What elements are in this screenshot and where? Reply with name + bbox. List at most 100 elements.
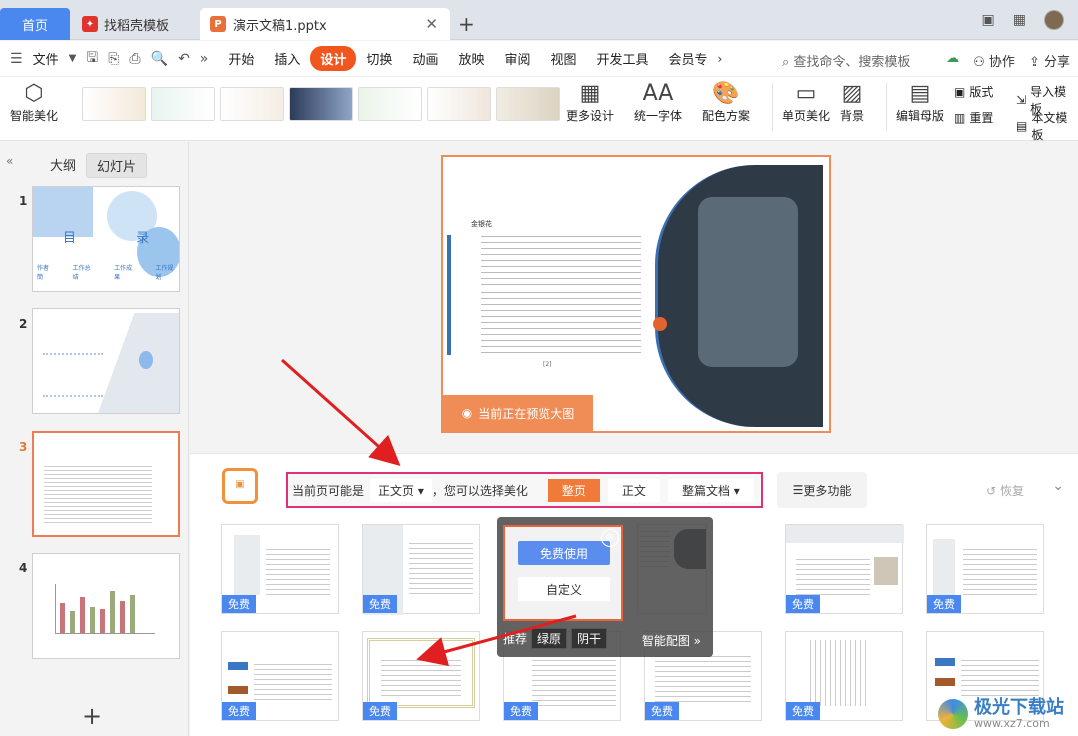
template-card[interactable]: 免费 [362, 524, 480, 615]
tab-document[interactable]: P 演示文稿1.pptx ✕ [200, 8, 450, 40]
layout-button[interactable]: ▣ 版式 [954, 83, 993, 100]
tag-recommend[interactable]: 推荐 [503, 630, 527, 647]
more-features-button[interactable]: ☰ 更多功能 [777, 472, 867, 508]
theme-thumb[interactable] [358, 87, 422, 121]
theme-thumb[interactable] [496, 87, 560, 121]
tab-home[interactable]: 首页 [0, 8, 70, 40]
tab-docer[interactable]: ✦ 找稻壳模板 [72, 8, 196, 40]
apps-grid-icon[interactable]: ▦ [1013, 12, 1026, 28]
theme-thumb[interactable] [220, 87, 284, 121]
text-template-button[interactable]: ▤ 本文模板 [1016, 109, 1078, 143]
avatar[interactable] [1044, 10, 1064, 30]
share-button[interactable]: ⇪ 分享 [1029, 51, 1070, 70]
export-icon[interactable]: ⎘ [108, 51, 119, 67]
tag-shade[interactable]: 阴干 [571, 628, 608, 649]
docer-icon: ✦ [82, 16, 98, 32]
background-button[interactable]: ▨ 背景 [840, 81, 864, 124]
free-badge: 免费 [786, 702, 820, 720]
slide-thumbnail-2[interactable]: 目 录 [32, 308, 180, 414]
current-slide[interactable]: 金银花 [2] ◉ 当前正在预览大图 [441, 155, 831, 433]
page-layout-icon[interactable]: ▣ [982, 12, 995, 28]
cloud-sync-icon[interactable]: ☁ [946, 51, 959, 70]
template-preview [655, 652, 751, 706]
page-type-value: 正文页 [378, 483, 415, 498]
reset-label: 重置 [969, 111, 994, 125]
person-icon: ⚇ [973, 55, 985, 70]
template-card[interactable]: 免费 [362, 631, 480, 721]
save-icon[interactable]: 🖫 [86, 47, 98, 71]
slide-thumbnail-4[interactable] [32, 553, 180, 659]
menu-item-animation[interactable]: 动画 [402, 49, 448, 68]
chevron-down-icon: ▾ [417, 483, 424, 498]
add-slide-button[interactable]: + [82, 702, 102, 730]
menu-item-start[interactable]: 开始 [218, 49, 264, 68]
slide-thumbnail-1[interactable]: 目 录 作者簡 工作总结 工作成果 工作规划 [32, 186, 180, 292]
template-card[interactable]: 免费 [785, 631, 903, 721]
single-beautify-button[interactable]: ▭ 单页美化 [782, 81, 830, 124]
menu-item-slideshow[interactable]: 放映 [448, 49, 494, 68]
chevron-down-icon[interactable]: ▼ [69, 53, 77, 64]
collapse-panel-button[interactable]: ⌄ [1052, 478, 1064, 494]
menu-item-view[interactable]: 视图 [540, 49, 586, 68]
menu-item-insert[interactable]: 插入 [264, 49, 310, 68]
theme-thumb[interactable] [82, 87, 146, 121]
tag-green[interactable]: 绿原 [531, 628, 568, 649]
theme-thumb[interactable] [427, 87, 491, 121]
chevron-right-icon[interactable]: › [718, 52, 723, 66]
share-label: 分享 [1043, 55, 1070, 70]
chart-bar [70, 611, 75, 633]
custom-button[interactable]: 自定义 [518, 577, 610, 601]
command-search[interactable]: ⌕ 查找命令、搜索模板 [782, 51, 910, 70]
menu-item-developer[interactable]: 开发工具 [587, 49, 659, 68]
pill-whole-document[interactable]: 整篇文档 ▾ [667, 478, 754, 502]
undo-icon[interactable]: ↶ [178, 51, 190, 67]
use-free-button[interactable]: 免费使用 [518, 541, 610, 565]
template-card[interactable]: 免费 [785, 524, 904, 614]
menu-item-member[interactable]: 会员专 [659, 49, 718, 68]
reset-button[interactable]: ▥ 重置 [954, 109, 993, 126]
slide-thumbnail-3[interactable] [32, 431, 180, 537]
design-ribbon: ⬡ 智能美化 ▦ 更多设计 AA 统一字体 🎨 配色方案 ▭ 单页美化 ▨ 背景… [0, 77, 1078, 143]
print-preview-icon[interactable]: 🔍 [151, 51, 168, 67]
master-icon: ▤ [909, 81, 931, 106]
print-icon[interactable]: ⎙ [129, 51, 140, 67]
template-card[interactable]: 免费 [221, 631, 339, 721]
more-design-button[interactable]: ▦ 更多设计 [566, 81, 614, 124]
tab-outline[interactable]: 大纲 [40, 153, 86, 176]
menu-item-transition[interactable]: 切换 [356, 49, 402, 68]
watermark-url: www.xz7.com [974, 716, 1050, 730]
pill-body[interactable]: 正文 [607, 478, 660, 502]
theme-thumb[interactable] [289, 87, 353, 121]
unify-font-button[interactable]: AA 统一字体 [634, 81, 682, 124]
template-preview [933, 539, 955, 603]
color-scheme-button[interactable]: 🎨 配色方案 [702, 81, 750, 124]
slide-4-chart [55, 584, 155, 634]
slide-paragraph-2 [481, 287, 641, 357]
tab-slides[interactable]: 幻灯片 [86, 153, 148, 178]
edit-master-button[interactable]: ▤ 编辑母版 [896, 81, 944, 124]
template-card[interactable]: 免费 [221, 524, 339, 614]
preview-zoom-icon[interactable]: ⊕ [601, 529, 619, 547]
theme-thumb[interactable] [151, 87, 215, 121]
close-tab-icon[interactable]: ✕ [425, 15, 438, 33]
slide-1-item: 工作成果 [114, 265, 133, 281]
collab-button[interactable]: ⚇ 协作 [973, 51, 1015, 70]
slide-title: 金银花 [471, 220, 492, 228]
slide-accent-bar [447, 235, 451, 355]
palette-icon: 🎨 [712, 81, 740, 106]
smart-beautify-button[interactable]: ⬡ 智能美化 [10, 81, 58, 124]
page-type-select[interactable]: 正文页 ▾ [370, 478, 432, 502]
new-tab-button[interactable]: + [458, 12, 475, 36]
hamburger-icon[interactable]: ☰ [10, 51, 23, 67]
more-icon[interactable]: » [200, 51, 209, 67]
menu-item-review[interactable]: 审阅 [494, 49, 540, 68]
template-preview [935, 658, 955, 666]
template-card[interactable]: 免费 [926, 524, 1044, 614]
pill-whole-page[interactable]: 整页 [547, 478, 600, 502]
smart-image-link[interactable]: 智能配图 » [642, 632, 701, 649]
free-badge: 免费 [222, 702, 256, 720]
restore-button[interactable]: ↺ 恢复 [986, 482, 1024, 499]
file-menu[interactable]: 文件 [33, 49, 59, 68]
collapse-panel-icon[interactable]: « [6, 154, 13, 168]
menu-item-design[interactable]: 设计 [310, 46, 357, 71]
